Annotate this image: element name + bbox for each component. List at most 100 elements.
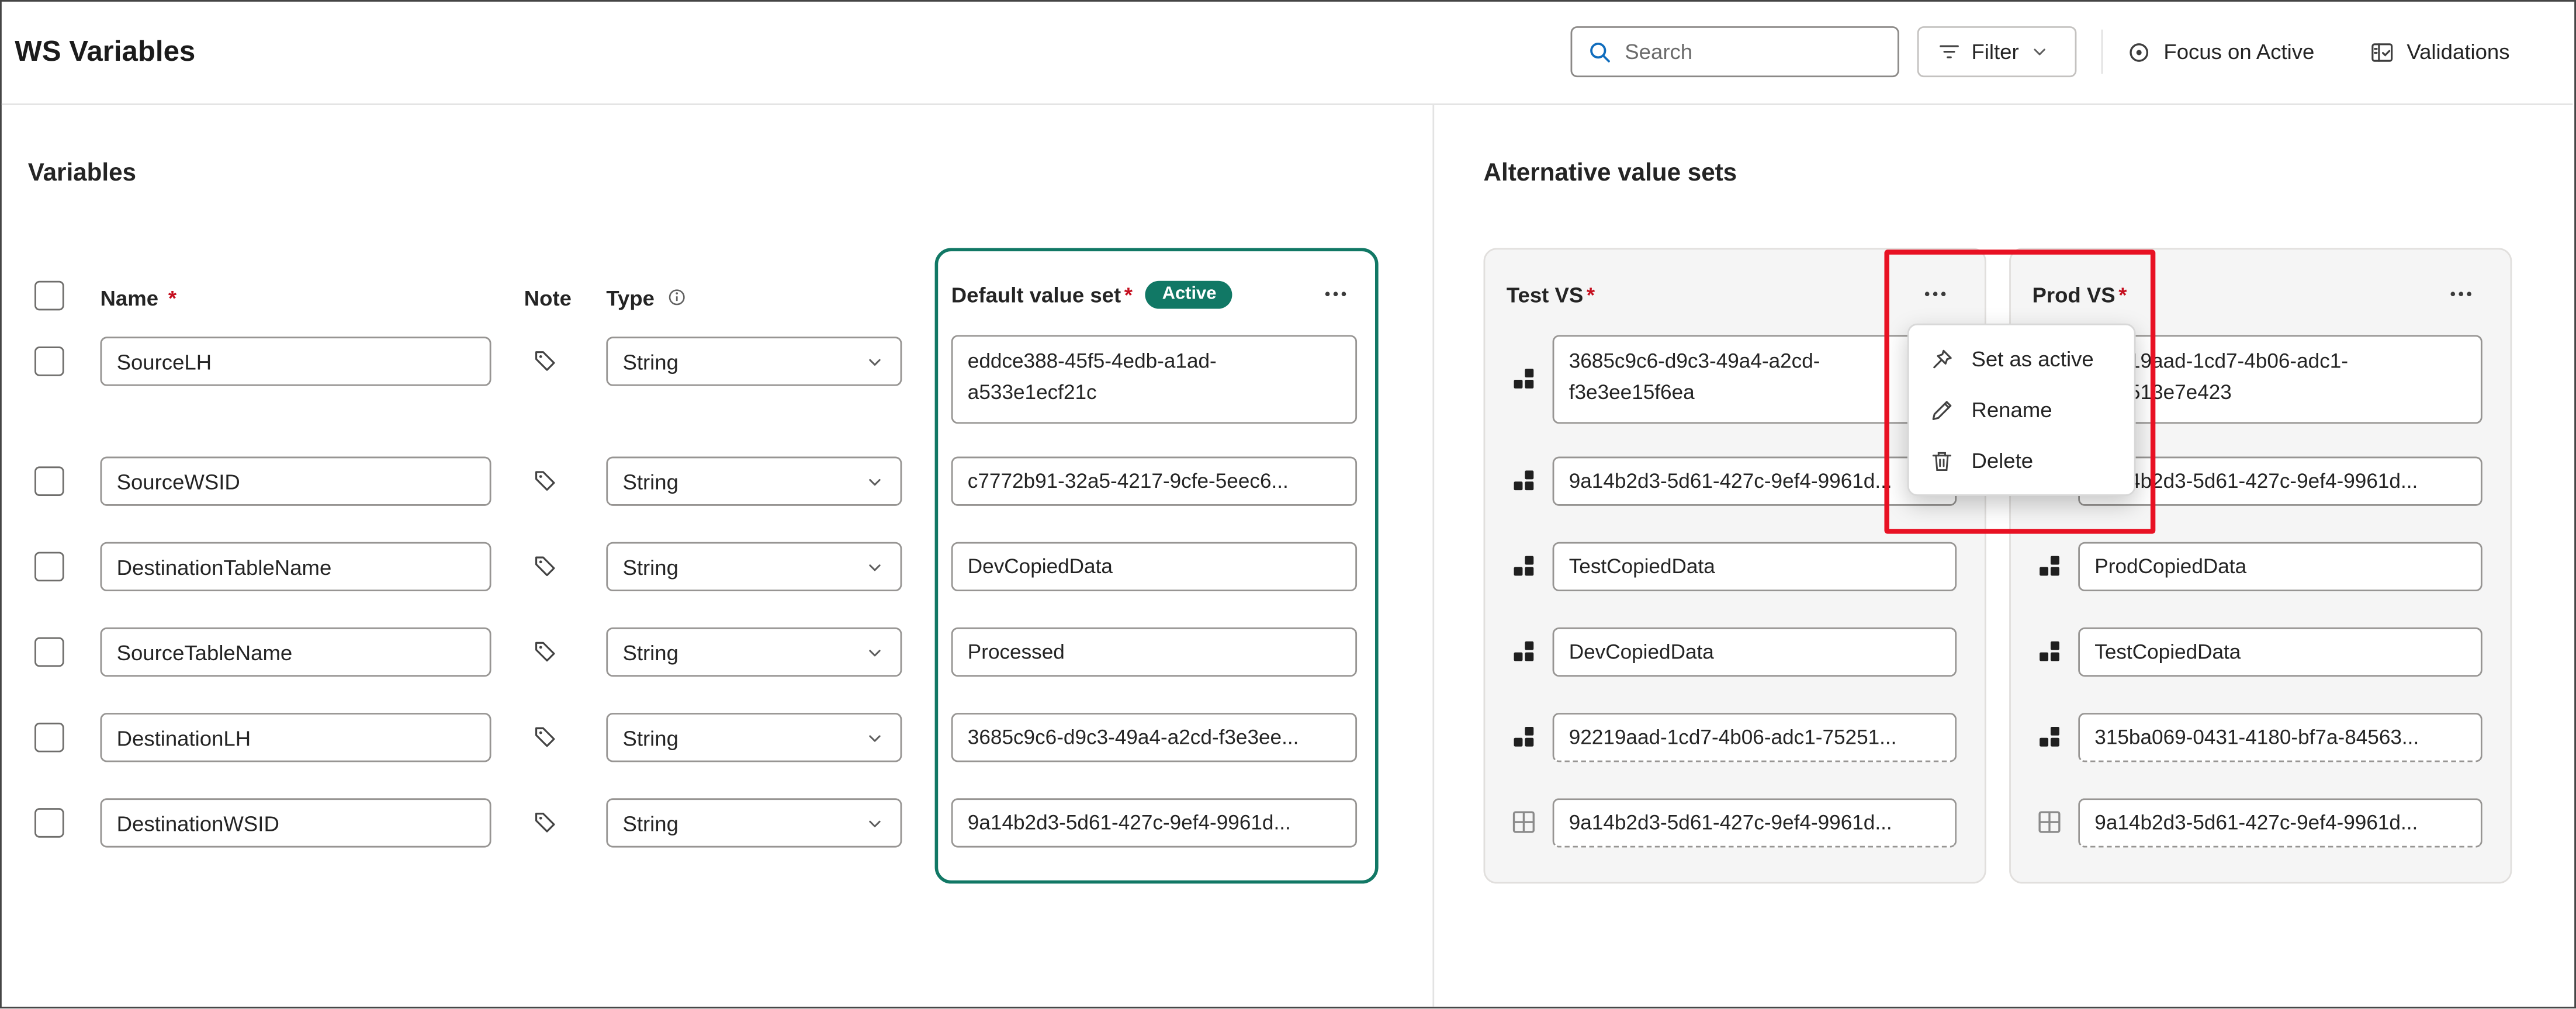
- chevron-down-icon: [864, 642, 886, 663]
- note-icon[interactable]: [532, 810, 559, 836]
- alt-value-input[interactable]: ProdCopiedData: [2078, 542, 2482, 591]
- focus-target-icon: [2126, 39, 2152, 65]
- ellipsis-icon: [2448, 281, 2474, 307]
- menu-item-rename[interactable]: Rename: [1909, 384, 2134, 435]
- note-icon[interactable]: [532, 553, 559, 580]
- row-checkbox[interactable]: [34, 552, 64, 582]
- chevron-down-icon: [864, 470, 886, 492]
- header-divider: [2, 103, 2573, 105]
- focus-on-active-button[interactable]: Focus on Active: [2126, 26, 2315, 77]
- variable-icon: [1511, 468, 1536, 493]
- type-select[interactable]: String: [606, 627, 902, 677]
- default-value-input[interactable]: Processed: [951, 627, 1357, 677]
- alt-value-input[interactable]: 9a14b2d3-5d61-427c-9ef4-9961d...: [1553, 457, 1957, 506]
- column-header-name: Name *: [100, 281, 176, 314]
- alt-value-input[interactable]: 9a14b2d3-5d61-427c-9ef4-9961d...: [2078, 798, 2482, 847]
- menu-item-label: Set as active: [1971, 346, 2093, 371]
- type-select[interactable]: String: [606, 542, 902, 591]
- variable-icon: [1511, 639, 1536, 664]
- variable-name-input[interactable]: DestinationTableName: [100, 542, 491, 591]
- filter-label: Filter: [1971, 39, 2018, 64]
- ellipsis-icon: [1322, 281, 1349, 307]
- toolbar-divider: [2101, 30, 2103, 74]
- alt-value-input[interactable]: TestCopiedData: [2078, 627, 2482, 677]
- alt-value-input[interactable]: 315ba069-0431-4180-bf7a-84563...: [2078, 713, 2482, 762]
- search-box[interactable]: [1571, 26, 1899, 77]
- required-asterisk: *: [1587, 282, 1595, 306]
- alternative-section-title: Alternative value sets: [1484, 160, 1737, 188]
- page-title: WS Variables: [15, 34, 195, 69]
- validations-button[interactable]: Validations: [2369, 26, 2510, 77]
- default-value-input[interactable]: eddce388-45f5-4edb-a1ad-a533e1ecf21c: [951, 335, 1357, 424]
- variable-name-input[interactable]: SourceWSID: [100, 457, 491, 506]
- type-select[interactable]: String: [606, 713, 902, 762]
- type-value: String: [622, 810, 678, 835]
- menu-item-label: Rename: [1971, 397, 2052, 422]
- prod-vs-title: Prod VS: [2032, 282, 2115, 306]
- menu-item-set-as-active[interactable]: Set as active: [1909, 334, 2134, 384]
- chevron-down-icon: [864, 812, 886, 834]
- prod-vs-header: Prod VS *: [2032, 274, 2485, 313]
- note-icon[interactable]: [532, 468, 559, 494]
- menu-item-delete[interactable]: Delete: [1909, 435, 2134, 486]
- variable-icon: [1511, 553, 1536, 578]
- chevron-down-icon: [864, 727, 886, 748]
- more-options-button[interactable]: [2436, 276, 2485, 312]
- validations-icon: [2369, 39, 2395, 65]
- row-checkbox[interactable]: [34, 723, 64, 753]
- variable-name-input[interactable]: DestinationLH: [100, 713, 491, 762]
- type-value: String: [622, 469, 678, 494]
- type-select[interactable]: String: [606, 337, 902, 386]
- variable-icon: [1511, 724, 1536, 749]
- search-icon: [1587, 39, 1614, 65]
- variable-icon: [2037, 724, 2062, 749]
- alt-value-input[interactable]: 92219aad-1cd7-4b06-adc1-752513e7e423: [2078, 335, 2482, 424]
- chevron-down-icon: [864, 556, 886, 578]
- variable-name-input[interactable]: DestinationWSID: [100, 798, 491, 847]
- row-checkbox[interactable]: [34, 808, 64, 838]
- default-set-title: Default value set: [951, 282, 1121, 306]
- more-options-button[interactable]: [1311, 276, 1360, 312]
- note-column-label: Note: [524, 285, 572, 310]
- alt-value-input[interactable]: 9a14b2d3-5d61-427c-9ef4-9961d...: [1553, 798, 1957, 847]
- column-header-note: Note: [524, 281, 572, 314]
- filter-button[interactable]: Filter: [1917, 26, 2077, 77]
- alt-value-input[interactable]: 92219aad-1cd7-4b06-adc1-75251...: [1553, 713, 1957, 762]
- default-value-input[interactable]: 3685c9c6-d9c3-49a4-a2cd-f3e3ee...: [951, 713, 1357, 762]
- more-options-button[interactable]: [1910, 276, 1959, 312]
- select-all-checkbox[interactable]: [34, 281, 64, 311]
- alt-value-input[interactable]: 9a14b2d3-5d61-427c-9ef4-9961d...: [2078, 457, 2482, 506]
- default-value-input[interactable]: 9a14b2d3-5d61-427c-9ef4-9961d...: [951, 798, 1357, 847]
- alt-value-input[interactable]: DevCopiedData: [1553, 627, 1957, 677]
- context-menu: Set as active Rename Delete: [1907, 324, 2136, 496]
- alt-value-input[interactable]: 3685c9c6-d9c3-49a4-a2cd-f3e3ee15f6ea: [1553, 335, 1957, 424]
- type-value: String: [622, 725, 678, 750]
- focus-on-active-label: Focus on Active: [2163, 39, 2314, 64]
- variable-icon: [2037, 553, 2062, 578]
- required-asterisk: *: [2118, 282, 2127, 306]
- row-checkbox[interactable]: [34, 637, 64, 667]
- variable-icon: [2037, 639, 2062, 664]
- variable-name-input[interactable]: SourceTableName: [100, 627, 491, 677]
- test-vs-title: Test VS: [1507, 282, 1583, 306]
- chevron-down-icon: [2029, 41, 2051, 63]
- note-icon[interactable]: [532, 639, 559, 665]
- chevron-down-icon: [864, 351, 886, 372]
- default-value-input[interactable]: c7772b91-32a5-4217-9cfe-5eec6...: [951, 457, 1357, 506]
- default-set-header: Default value set * Active: [951, 274, 1360, 313]
- row-checkbox[interactable]: [34, 346, 64, 376]
- row-checkbox[interactable]: [34, 466, 64, 496]
- alt-value-input[interactable]: TestCopiedData: [1553, 542, 1957, 591]
- default-value-input[interactable]: DevCopiedData: [951, 542, 1357, 591]
- variable-name-input[interactable]: SourceLH: [100, 337, 491, 386]
- search-input[interactable]: [1625, 39, 1882, 64]
- type-select[interactable]: String: [606, 798, 902, 847]
- panel-divider: [1432, 105, 1434, 1007]
- type-select[interactable]: String: [606, 457, 902, 506]
- grid-icon: [2037, 810, 2062, 834]
- note-icon[interactable]: [532, 724, 559, 751]
- name-column-label: Name: [100, 285, 158, 310]
- note-icon[interactable]: [532, 348, 559, 375]
- required-asterisk: *: [168, 285, 176, 310]
- trash-icon: [1928, 448, 1955, 474]
